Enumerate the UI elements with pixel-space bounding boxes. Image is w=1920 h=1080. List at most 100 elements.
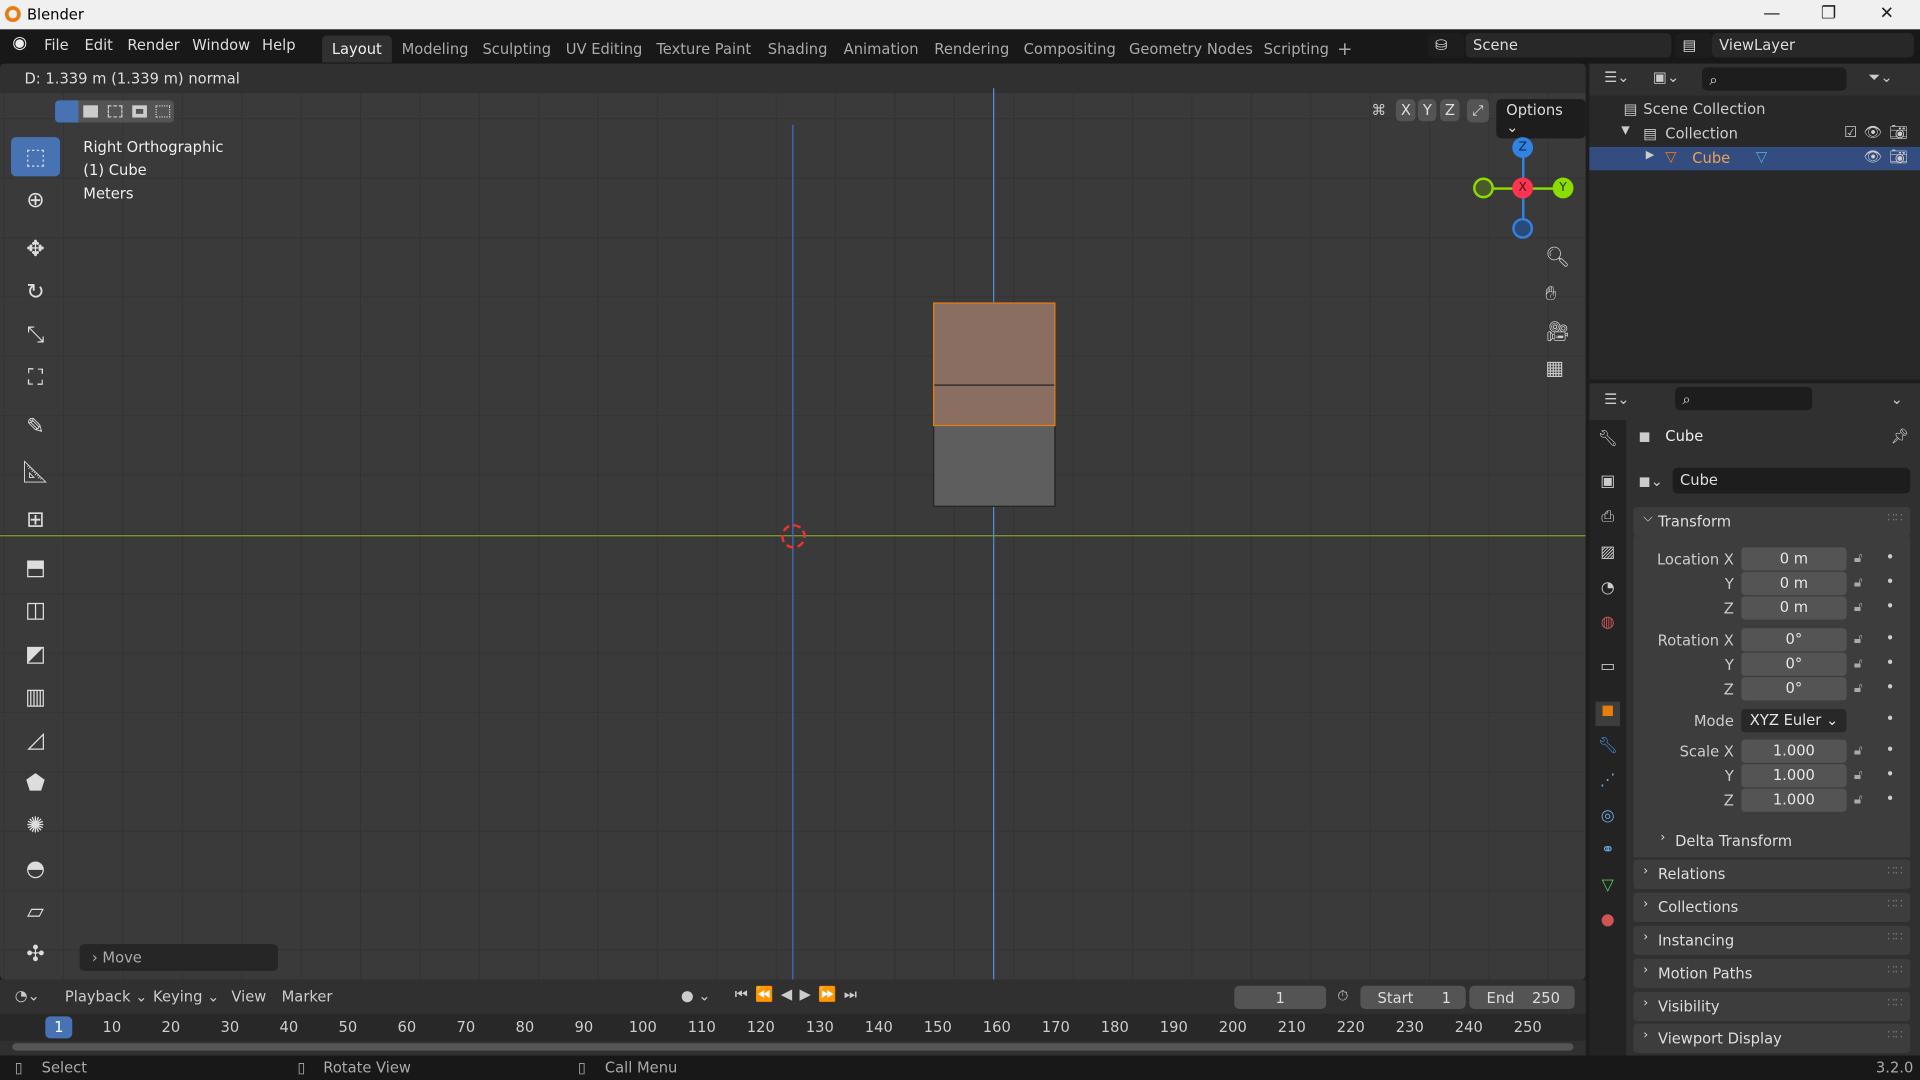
tool-smooth-icon[interactable]: ◓	[11, 849, 60, 888]
collections-panel[interactable]: › Collections ∷∷	[1633, 892, 1911, 923]
tab-texture-paint[interactable]: Texture Paint	[647, 36, 761, 63]
scene-field[interactable]: Scene	[1465, 33, 1672, 58]
mirror-icon[interactable]: ⌘	[1371, 102, 1386, 119]
instancing-panel[interactable]: › Instancing ∷∷	[1633, 925, 1911, 956]
3d-viewport[interactable]: D: 1.339 m (1.339 m) normal Right Orthog…	[0, 63, 1586, 980]
tool-rotate-icon[interactable]: ↻	[11, 272, 60, 311]
lock-icon[interactable]: 🔓︎	[1854, 767, 1863, 784]
keyframe-dot[interactable]: •	[1886, 654, 1895, 671]
keyframe-dot[interactable]: •	[1886, 598, 1895, 615]
keyframe-dot[interactable]: •	[1886, 678, 1895, 695]
axis-x-toggle[interactable]: X	[1395, 99, 1416, 122]
material-tab-icon[interactable]: ●	[1596, 911, 1620, 935]
view-menu[interactable]: View	[231, 988, 266, 1005]
keyframe-dot[interactable]: •	[1886, 741, 1895, 758]
scale-x-field[interactable]: 1.000	[1741, 739, 1847, 763]
tool-transform-icon[interactable]: ⛶	[11, 358, 60, 397]
outliner-row-cube[interactable]: ▶ ▽ Cube ▽ 👁︎ 📷︎	[1589, 146, 1920, 171]
mesh-data-icon[interactable]: ▽	[1756, 148, 1767, 165]
scene-selector-icon[interactable]: ⛁	[1427, 33, 1465, 58]
tool-tab-icon[interactable]: 🔧︎	[1596, 430, 1620, 454]
tool-move-icon[interactable]: ✥	[11, 229, 60, 268]
tool-select-box[interactable]: ⬚	[11, 137, 61, 177]
expand-cube-icon[interactable]: ▶	[1646, 149, 1654, 161]
physics-tab-icon[interactable]: ◎	[1596, 807, 1620, 831]
end-frame-field[interactable]: End 250	[1469, 985, 1575, 1009]
pan-hand-icon[interactable]: ✋︎	[1545, 282, 1556, 306]
tool-cursor-icon[interactable]: ⊕	[11, 180, 60, 219]
exclude-checkbox[interactable]: ☑	[1844, 124, 1857, 141]
gizmo-y[interactable]: Y	[1552, 177, 1574, 199]
zoom-icon[interactable]: 🔍︎	[1545, 245, 1570, 268]
lock-icon[interactable]: 🔓︎	[1854, 655, 1863, 672]
tool-poly-build-icon[interactable]: ⬟	[11, 763, 60, 802]
tab-geometry-nodes[interactable]: Geometry Nodes	[1119, 36, 1263, 63]
relations-panel[interactable]: › Relations ∷∷	[1633, 859, 1911, 889]
start-frame-field[interactable]: Start 1	[1360, 985, 1466, 1009]
visibility-panel[interactable]: › Visibility ∷∷	[1633, 991, 1911, 1022]
particles-tab-icon[interactable]: ⋰	[1596, 771, 1620, 795]
select-extend-icon[interactable]	[83, 105, 98, 118]
render-camera-icon[interactable]: 📷︎	[1889, 148, 1908, 165]
tab-shading[interactable]: Shading	[758, 36, 837, 63]
select-intersect-icon[interactable]	[155, 105, 171, 118]
options-dropdown[interactable]: Options ⌄	[1496, 99, 1586, 139]
tool-rip-icon[interactable]: ✣	[11, 934, 60, 973]
pin-icon[interactable]: 📌︎	[1891, 427, 1910, 444]
view-layer-tab-icon[interactable]: ▨	[1596, 544, 1620, 568]
keyframe-dot[interactable]: •	[1886, 629, 1895, 646]
outliner-search-input[interactable]: ⌕	[1702, 67, 1847, 91]
gizmo-z[interactable]: Z	[1512, 137, 1534, 158]
select-invert-icon[interactable]	[132, 105, 147, 118]
proportional-edit-icon[interactable]: ⤢	[1466, 99, 1489, 123]
playback-menu[interactable]: Playback ⌄	[65, 988, 148, 1005]
world-tab-icon[interactable]: ◍	[1596, 613, 1620, 637]
tool-annotate-icon[interactable]: ✎	[11, 407, 60, 446]
tab-sculpting[interactable]: Sculpting	[473, 36, 561, 63]
delta-transform-panel[interactable]: › Delta Transform	[1650, 826, 1908, 856]
keyframe-dot[interactable]: •	[1886, 790, 1895, 807]
scale-y-field[interactable]: 1.000	[1741, 764, 1847, 788]
keyframe-dot[interactable]: •	[1886, 573, 1895, 590]
menu-render[interactable]: Render	[127, 37, 179, 54]
render-tab-icon[interactable]: ▣	[1596, 473, 1620, 497]
select-subtract-icon[interactable]	[107, 105, 123, 118]
tab-modeling[interactable]: Modeling	[392, 36, 478, 63]
stopwatch-icon[interactable]: ⏱	[1337, 987, 1348, 1005]
properties-search-input[interactable]: ⌕	[1675, 386, 1813, 411]
tool-spin-icon[interactable]: ✺	[11, 806, 60, 845]
collection-tab-icon[interactable]: ▭	[1596, 658, 1620, 682]
menu-window[interactable]: Window	[192, 37, 250, 54]
last-operator-panel[interactable]: › Move	[79, 944, 278, 972]
options-chevron-icon[interactable]: ⌄	[1891, 391, 1903, 408]
keyframe-dot[interactable]: •	[1886, 710, 1895, 727]
editor-type-icon[interactable]: ◔⌄	[15, 987, 40, 1004]
expand-collection-icon[interactable]: ▼	[1621, 125, 1629, 137]
rotation-x-field[interactable]: 0°	[1741, 628, 1847, 652]
editor-type-icon[interactable]: ☰⌄	[1604, 69, 1629, 86]
location-z-field[interactable]: 0 m	[1741, 596, 1847, 620]
data-tab-icon[interactable]: ▽	[1596, 877, 1620, 901]
outliner-item[interactable]: Cube	[1692, 149, 1730, 166]
motion-paths-panel[interactable]: › Motion Paths ∷∷	[1633, 958, 1911, 989]
render-camera-icon[interactable]: 📷︎	[1889, 124, 1908, 141]
lock-icon[interactable]: 🔓︎	[1854, 742, 1863, 759]
tool-extrude-icon[interactable]: ⬒	[11, 547, 60, 586]
object-tab-icon[interactable]: ◼	[1595, 701, 1621, 727]
blender-menu-icon[interactable]: ◉	[12, 33, 27, 53]
record-icon[interactable]: ● ⌄	[681, 987, 711, 1004]
tool-add-cube-icon[interactable]: ⊞	[11, 500, 60, 539]
scale-z-field[interactable]: 1.000	[1741, 788, 1847, 812]
rotation-z-field[interactable]: 0°	[1741, 677, 1847, 701]
object-data-icon[interactable]: ◼⌄	[1638, 473, 1663, 490]
keyframe-dot[interactable]: •	[1886, 765, 1895, 782]
outliner-item[interactable]: Collection	[1665, 125, 1738, 142]
display-mode-icon[interactable]: ▣⌄	[1653, 69, 1679, 86]
grid-icon[interactable]: ▦	[1545, 356, 1564, 379]
gizmo-neg-z[interactable]	[1512, 217, 1534, 239]
tool-bevel-icon[interactable]: ◩	[11, 634, 60, 673]
tool-shear-icon[interactable]: ▱	[11, 891, 60, 930]
rotation-mode-dropdown[interactable]: XYZ Euler ⌄	[1741, 708, 1847, 733]
filter-icon[interactable]: ⏷⌄	[1869, 69, 1893, 87]
viewport-display-panel[interactable]: › Viewport Display ∷∷	[1633, 1023, 1911, 1054]
